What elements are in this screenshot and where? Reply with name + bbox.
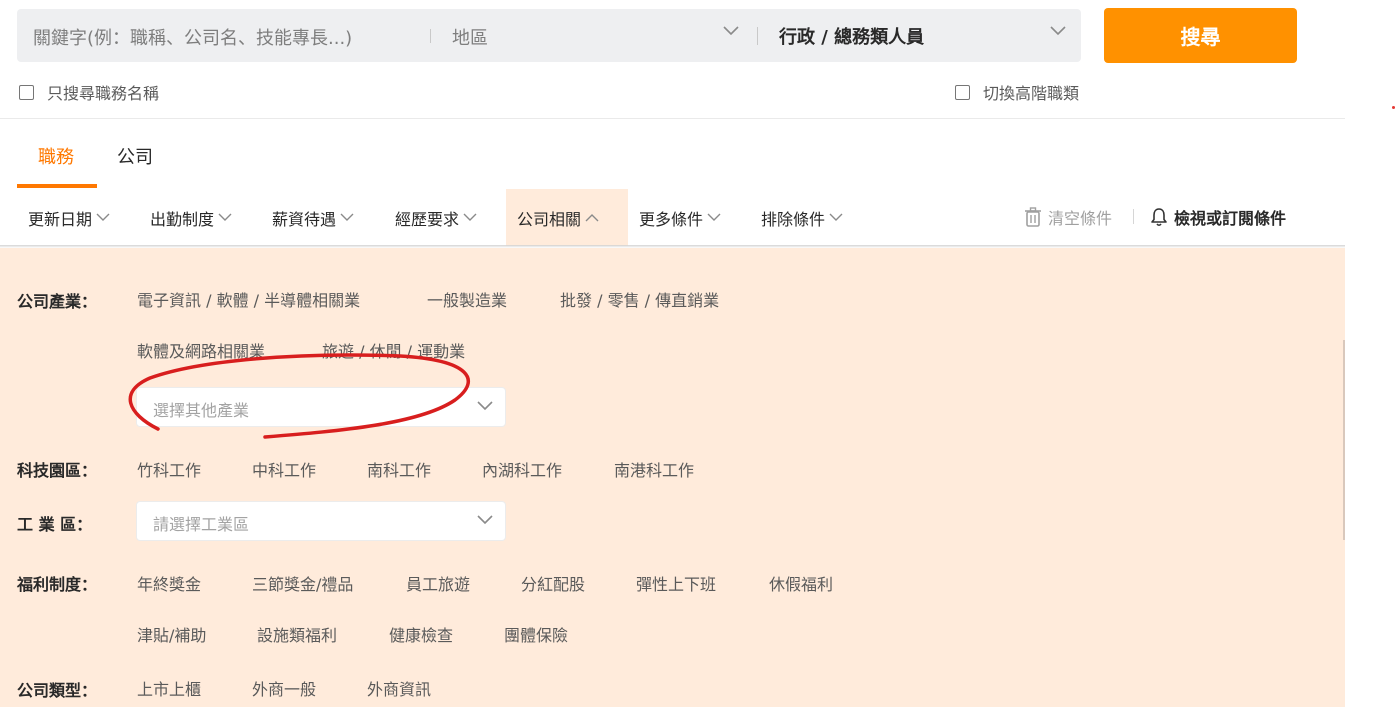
other-industry-placeholder: 選擇其他產業	[153, 401, 250, 420]
filter-company[interactable]: 公司相關	[506, 189, 628, 246]
filter-more[interactable]: 更多條件	[628, 189, 732, 246]
search-button[interactable]: 搜尋	[1104, 8, 1297, 63]
divider	[1133, 209, 1134, 224]
filter-label: 薪資待遇	[272, 209, 337, 229]
industrial-zone-placeholder: 請選擇工業區	[153, 515, 250, 534]
filter-experience[interactable]: 經歷要求	[384, 189, 488, 246]
advanced-category-checkbox[interactable]: 切換高階職類	[955, 80, 1079, 104]
divider	[0, 118, 1345, 119]
filter-attendance[interactable]: 出勤制度	[139, 189, 243, 246]
benefit-option[interactable]: 健康檢查	[389, 622, 453, 646]
industry-option[interactable]: 批發 / 零售 / 傳直銷業	[560, 287, 719, 311]
only-title-checkbox[interactable]: 只搜尋職務名稱	[19, 80, 159, 104]
filter-label: 經歷要求	[395, 209, 460, 229]
science-park-option[interactable]: 南科工作	[367, 457, 431, 481]
filter-label: 更新日期	[28, 209, 93, 229]
industrial-zone-label: 工 業 區：	[17, 515, 93, 534]
other-industry-select[interactable]: 選擇其他產業	[136, 387, 506, 427]
benefits-label: 福利制度：	[17, 575, 98, 594]
chevron-up-icon	[585, 214, 599, 222]
science-park-option[interactable]: 內湖科工作	[482, 457, 562, 481]
subscribe-label: 檢視或訂閱條件	[1174, 209, 1287, 228]
industry-option[interactable]: 一般製造業	[427, 287, 507, 311]
industry-label: 公司產業：	[17, 292, 98, 311]
industry-option[interactable]: 軟體及網路相關業	[137, 338, 265, 362]
category-select[interactable]: 行政 / 總務類人員	[779, 23, 924, 49]
company-type-option[interactable]: 外商資訊	[367, 676, 431, 700]
filter-label: 公司相關	[517, 209, 582, 229]
scrollbar[interactable]	[1343, 340, 1345, 540]
benefit-option[interactable]: 設施類福利	[257, 622, 337, 646]
chevron-down-icon	[96, 213, 110, 221]
filter-label: 出勤制度	[150, 209, 215, 229]
chevron-down-icon[interactable]	[1050, 26, 1066, 36]
chevron-down-icon	[340, 213, 354, 221]
chevron-down-icon	[477, 401, 493, 411]
company-type-option[interactable]: 外商一般	[252, 676, 316, 700]
search-bar: 關鍵字(例：職稱、公司名、技能專長...) 地區 行政 / 總務類人員	[17, 9, 1081, 62]
industry-option[interactable]: 電子資訊 / 軟體 / 半導體相關業	[137, 287, 360, 311]
trash-icon	[1025, 207, 1041, 227]
industry-option[interactable]: 旅遊 / 休閒 / 運動業	[322, 338, 465, 362]
filter-update-date[interactable]: 更新日期	[17, 189, 121, 246]
clear-filters-button[interactable]: 清空條件	[1024, 205, 1112, 229]
clear-filters-label: 清空條件	[1048, 209, 1113, 228]
red-dot	[1392, 106, 1395, 109]
keyword-input[interactable]: 關鍵字(例：職稱、公司名、技能專長...)	[33, 24, 352, 50]
benefit-option[interactable]: 分紅配股	[521, 571, 585, 595]
company-type-option[interactable]: 上市上櫃	[137, 676, 201, 700]
checkbox-box[interactable]	[955, 84, 970, 100]
chevron-down-icon	[218, 213, 232, 221]
chevron-down-icon	[463, 213, 477, 221]
industrial-zone-select[interactable]: 請選擇工業區	[136, 501, 506, 541]
filter-exclude[interactable]: 排除條件	[750, 189, 854, 246]
chevron-down-icon[interactable]	[723, 26, 739, 36]
benefit-option[interactable]: 團體保險	[504, 622, 568, 646]
divider	[757, 27, 758, 45]
benefit-option[interactable]: 員工旅遊	[406, 571, 470, 595]
benefit-option[interactable]: 津貼/補助	[137, 622, 206, 646]
divider	[430, 29, 431, 43]
benefit-option[interactable]: 年終獎金	[137, 571, 201, 595]
filter-label: 更多條件	[639, 209, 704, 229]
checkbox-box[interactable]	[19, 84, 34, 100]
benefit-option[interactable]: 彈性上下班	[636, 571, 716, 595]
chevron-down-icon	[829, 213, 843, 221]
science-park-option[interactable]: 南港科工作	[614, 457, 694, 481]
tab-jobs[interactable]: 職務	[38, 143, 74, 169]
filter-label: 排除條件	[761, 209, 826, 229]
subscribe-button[interactable]: 檢視或訂閱條件	[1150, 205, 1286, 229]
chevron-down-icon	[477, 515, 493, 525]
benefit-option[interactable]: 三節獎金/禮品	[252, 571, 353, 595]
science-park-label: 科技園區：	[17, 461, 98, 480]
tab-company[interactable]: 公司	[117, 143, 153, 169]
filter-salary[interactable]: 薪資待遇	[261, 189, 365, 246]
only-title-label: 只搜尋職務名稱	[47, 84, 160, 103]
company-type-label: 公司類型：	[17, 681, 98, 700]
advanced-category-label: 切換高階職類	[983, 84, 1080, 103]
filter-bar: 更新日期 出勤制度 薪資待遇 經歷要求 公司相關 更多條件 排除條件	[0, 189, 1345, 246]
tab-active-indicator	[17, 184, 97, 188]
science-park-option[interactable]: 中科工作	[252, 457, 316, 481]
chevron-down-icon	[707, 213, 721, 221]
area-select[interactable]: 地區	[452, 24, 488, 50]
benefit-option[interactable]: 休假福利	[769, 571, 833, 595]
science-park-option[interactable]: 竹科工作	[137, 457, 201, 481]
bell-icon	[1151, 208, 1167, 227]
